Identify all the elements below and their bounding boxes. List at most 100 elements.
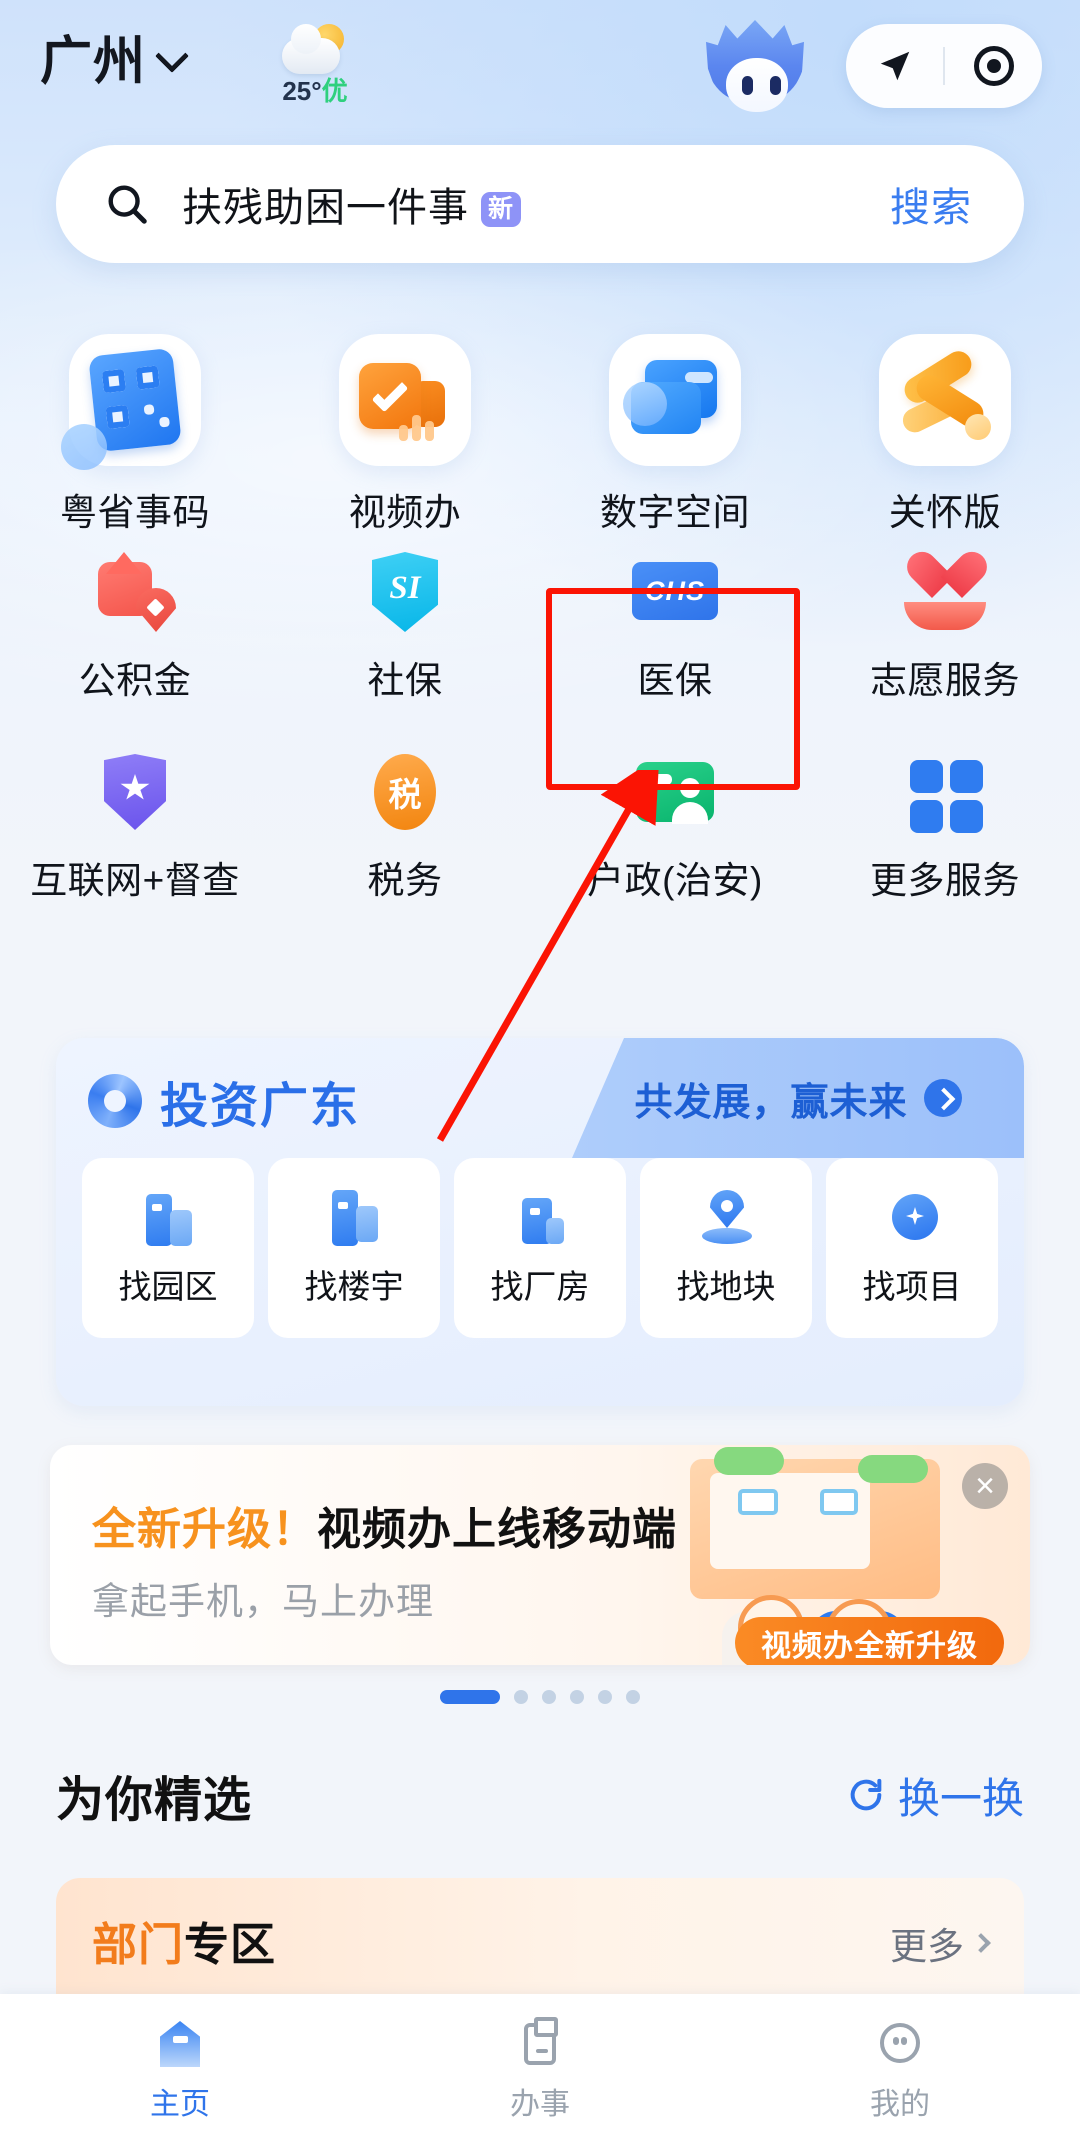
department-zone-card[interactable]: 部门专区 更多 xyxy=(56,1878,1024,1998)
invest-item-project[interactable]: 找项目 xyxy=(826,1158,998,1338)
bottom-tab-bar: 主页 办事 我的 xyxy=(0,1994,1080,2142)
invest-item-label: 找园区 xyxy=(118,1268,218,1305)
tab-profile[interactable]: 我的 xyxy=(720,1994,1080,2142)
promo-banner[interactable]: 全新升级！视频办上线移动端 拿起手机，马上办理 视频办全新升级 × xyxy=(50,1445,1030,1665)
promo-title-rest: 视频办上线移动端 xyxy=(317,1505,677,1554)
service-item-video-service[interactable]: 视频办 xyxy=(270,320,540,540)
carousel-dots[interactable] xyxy=(0,1690,1080,1704)
service-item-medical-insurance[interactable]: CHS 医保 xyxy=(540,540,810,740)
video-service-icon xyxy=(339,334,471,466)
city-name: 广州 xyxy=(40,33,147,91)
invest-slogan-banner[interactable]: 共发展，赢未来 xyxy=(572,1038,1024,1158)
search-bar[interactable]: 扶残助困一件事新 搜索 xyxy=(56,145,1024,263)
service-label: 关怀版 xyxy=(888,492,1002,533)
service-item-tax[interactable]: 税 税务 xyxy=(270,740,540,940)
refresh-button[interactable]: 换一换 xyxy=(846,1765,1024,1826)
invest-item-label: 找地块 xyxy=(676,1268,776,1305)
tab-label: 办事 xyxy=(510,2088,570,2121)
factory-icon xyxy=(512,1188,568,1248)
supervision-shield-icon xyxy=(92,750,178,836)
close-icon: × xyxy=(975,1467,995,1505)
mascot-avatar[interactable] xyxy=(700,20,810,120)
app-screen: 广州 25°优 扶残助困一件事 新 搜索 粤省事码 视频办 数字空间 关怀版 公… xyxy=(0,0,1080,2142)
service-item-supervision[interactable]: 互联网+督查 xyxy=(0,740,270,940)
navigation-arrow-icon xyxy=(880,51,909,81)
carousel-dot[interactable] xyxy=(514,1690,528,1704)
tax-icon: 税 xyxy=(362,750,448,836)
navigation-button[interactable] xyxy=(846,47,943,85)
social-insurance-icon: SI xyxy=(362,550,448,636)
volunteer-heart-icon xyxy=(902,550,988,636)
invest-item-tower[interactable]: 找楼宇 xyxy=(268,1158,440,1338)
tab-services[interactable]: 办事 xyxy=(360,1994,720,2142)
search-keyword[interactable]: 扶残助困一件事新 xyxy=(182,175,522,233)
land-pin-icon xyxy=(698,1188,754,1248)
department-more-button[interactable]: 更多 xyxy=(890,1916,991,1970)
invest-item-label: 找楼宇 xyxy=(304,1268,404,1305)
digital-space-icon xyxy=(609,334,741,466)
service-item-social-insurance[interactable]: SI 社保 xyxy=(270,540,540,740)
promo-subtitle: 拿起手机，马上办理 xyxy=(92,1581,434,1622)
qr-code-icon xyxy=(61,334,201,470)
invest-item-land[interactable]: 找地块 xyxy=(640,1158,812,1338)
tax-logo-text: 税 xyxy=(388,776,422,813)
search-icon xyxy=(108,185,147,224)
service-label: 税务 xyxy=(367,860,443,901)
header-actions xyxy=(846,24,1042,108)
featured-header: 为你精选 换一换 xyxy=(56,1760,1024,1830)
clipboard-icon xyxy=(514,2017,566,2071)
promo-close-button[interactable]: × xyxy=(962,1463,1008,1509)
service-label: 医保 xyxy=(637,660,713,701)
tab-label: 主页 xyxy=(150,2088,210,2121)
service-item-volunteer[interactable]: 志愿服务 xyxy=(810,540,1080,740)
invest-items: 找园区 找楼宇 找厂房 找地块 找项目 xyxy=(56,1158,1024,1338)
carousel-dot-active[interactable] xyxy=(440,1690,500,1704)
promo-title: 全新升级！视频办上线移动端 xyxy=(92,1493,677,1557)
service-grid: 粤省事码 视频办 数字空间 关怀版 公积金 SI 社保 CHS 医保 志愿服务 … xyxy=(0,320,1080,940)
service-label: 志愿服务 xyxy=(870,660,1020,701)
department-more-label: 更多 xyxy=(890,1926,964,1967)
invest-item-park[interactable]: 找园区 xyxy=(82,1158,254,1338)
scan-button[interactable] xyxy=(945,46,1042,86)
weather-widget[interactable]: 25°优 xyxy=(255,24,375,104)
city-selector[interactable]: 广州 xyxy=(40,33,189,91)
invest-logo-icon xyxy=(88,1074,142,1128)
service-item-yuesheng-code[interactable]: 粤省事码 xyxy=(0,320,270,540)
carousel-dot[interactable] xyxy=(542,1690,556,1704)
weather-temp: 25° xyxy=(282,76,322,106)
tab-home[interactable]: 主页 xyxy=(0,1994,360,2142)
carousel-dot[interactable] xyxy=(598,1690,612,1704)
weather-quality: 优 xyxy=(321,76,348,106)
department-title-rest: 专区 xyxy=(184,1919,277,1970)
service-item-more[interactable]: 更多服务 xyxy=(810,740,1080,940)
service-label: 社保 xyxy=(367,660,443,701)
search-button[interactable]: 搜索 xyxy=(890,175,972,233)
service-item-household-police[interactable]: 户政(治安) xyxy=(540,740,810,940)
service-label: 视频办 xyxy=(348,492,462,533)
department-title: 部门专区 xyxy=(92,1908,276,1973)
service-label: 更多服务 xyxy=(870,860,1020,901)
invest-item-label: 找厂房 xyxy=(490,1268,590,1305)
search-new-badge: 新 xyxy=(481,192,522,227)
service-item-care-mode[interactable]: 关怀版 xyxy=(810,320,1080,540)
medical-insurance-icon: CHS xyxy=(632,550,718,636)
service-label: 粤省事码 xyxy=(60,492,210,533)
service-item-housing-fund[interactable]: 公积金 xyxy=(0,540,270,740)
service-row-2: 公积金 SI 社保 CHS 医保 志愿服务 xyxy=(0,540,1080,740)
service-label: 互联网+督查 xyxy=(30,860,240,901)
housing-fund-icon xyxy=(92,550,178,636)
profile-icon xyxy=(874,2019,926,2071)
promo-tag: 视频办全新升级 xyxy=(735,1617,1004,1665)
project-globe-icon xyxy=(884,1188,940,1248)
household-police-icon xyxy=(632,750,718,836)
invest-brand: 投资广东 xyxy=(88,1066,360,1136)
invest-card[interactable]: 投资广东 共发展，赢未来 找园区 找楼宇 找厂房 找地块 找项目 xyxy=(56,1038,1024,1406)
park-building-icon xyxy=(140,1188,196,1248)
carousel-dot[interactable] xyxy=(626,1690,640,1704)
invest-item-factory[interactable]: 找厂房 xyxy=(454,1158,626,1338)
invest-item-label: 找项目 xyxy=(862,1268,962,1305)
invest-header: 投资广东 共发展，赢未来 xyxy=(56,1038,1024,1158)
service-row-3: 互联网+督查 税 税务 户政(治安) 更多服务 xyxy=(0,740,1080,940)
service-item-digital-space[interactable]: 数字空间 xyxy=(540,320,810,540)
carousel-dot[interactable] xyxy=(570,1690,584,1704)
